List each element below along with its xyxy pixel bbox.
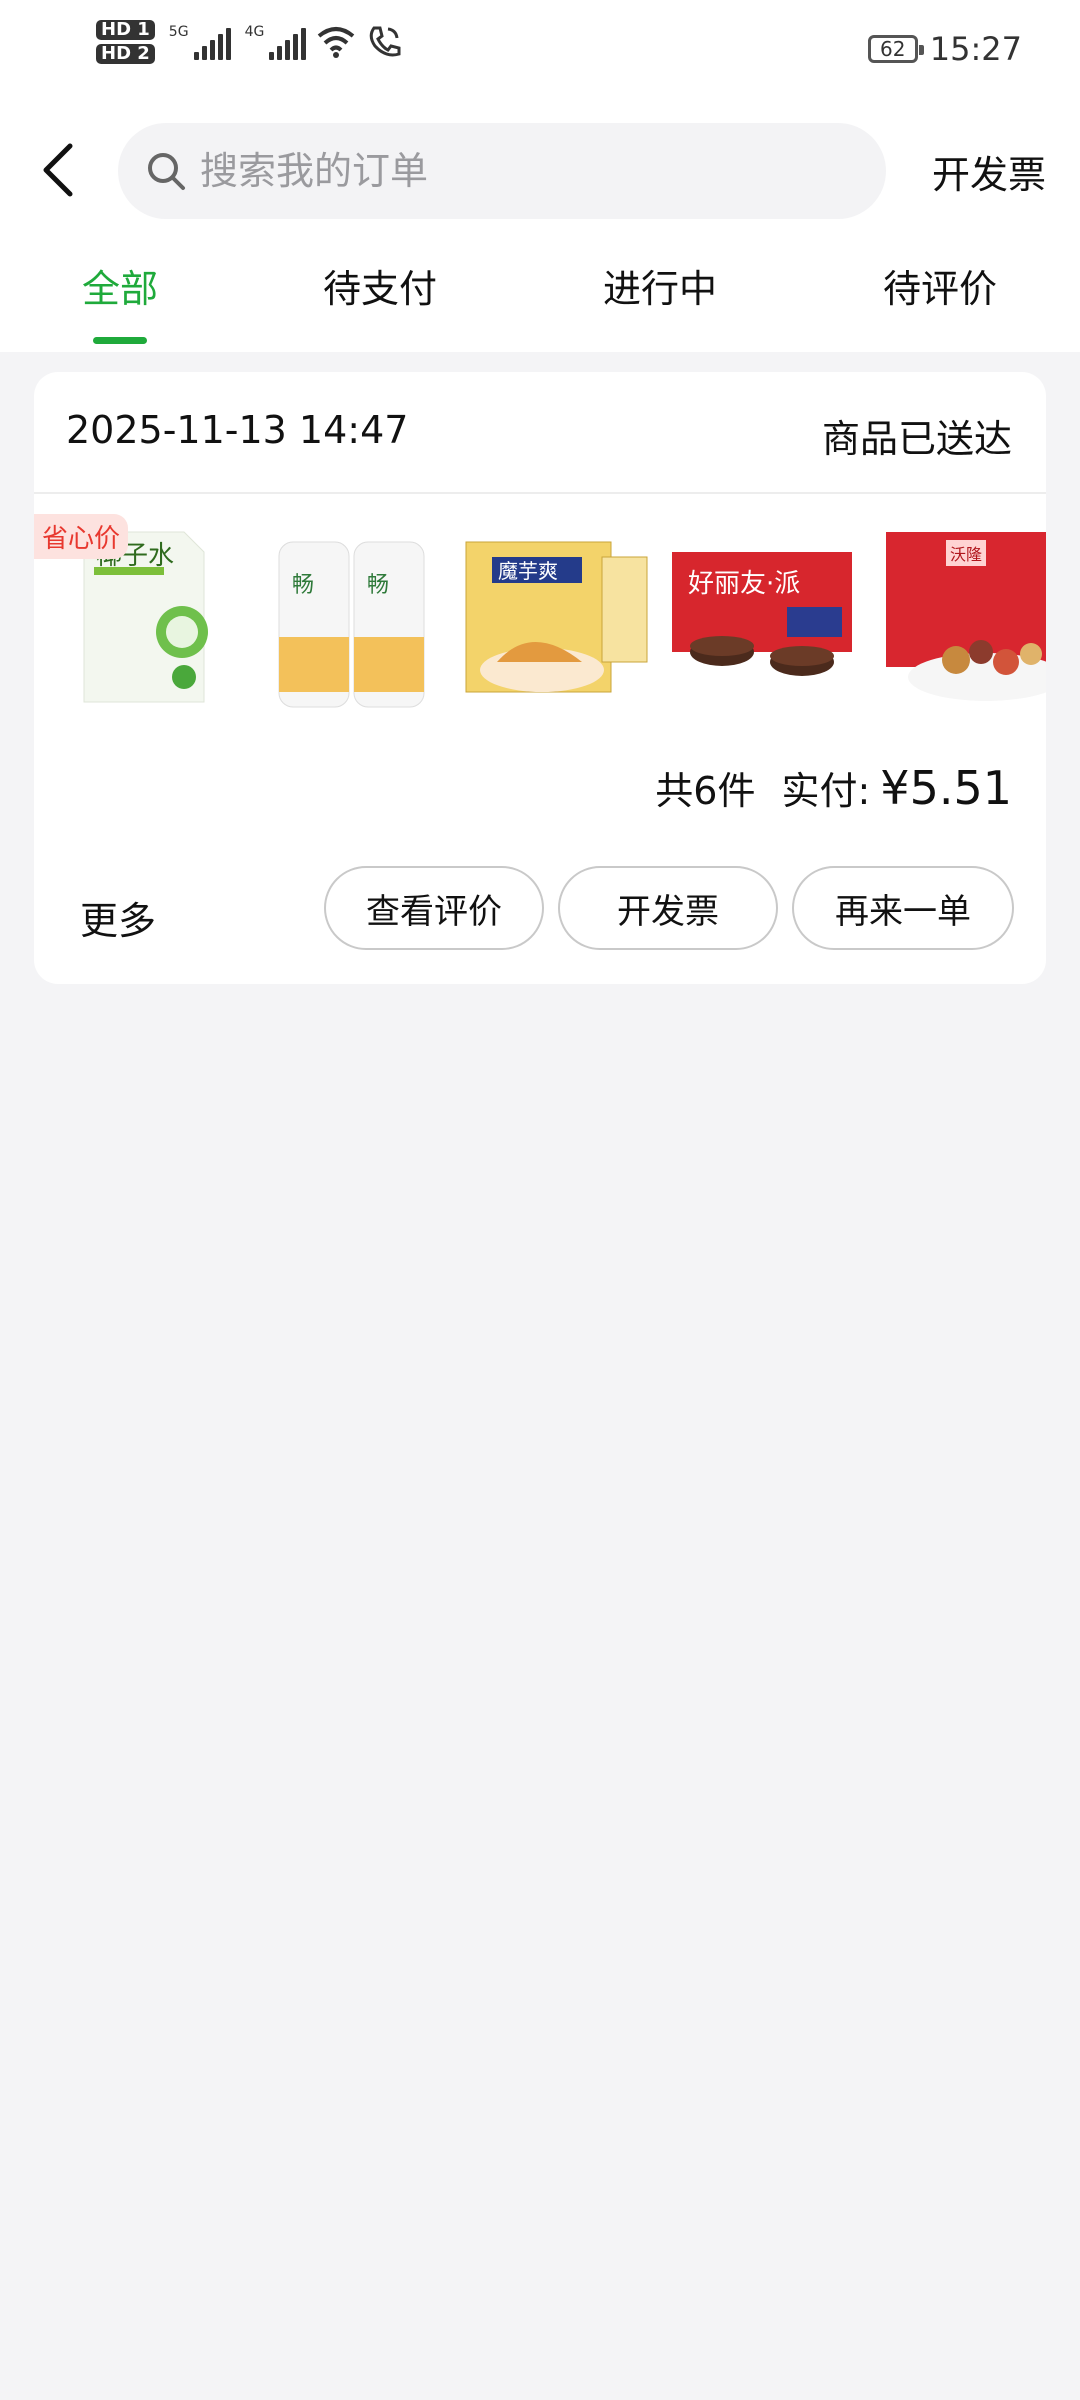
svg-text:畅: 畅	[367, 573, 389, 598]
paid-amount: ¥5.51	[880, 761, 1012, 815]
back-button[interactable]	[28, 140, 88, 200]
invoice-link[interactable]: 开发票	[932, 144, 1046, 199]
product-label: 魔芋爽	[498, 559, 558, 583]
order-total: 共6件 实付: ¥5.51	[655, 760, 1012, 815]
order-status: 商品已送达	[821, 417, 1012, 461]
order-card-header: 2025-11-13 14:47 商品已送达	[34, 372, 1046, 494]
tab-in-progress[interactable]: 进行中	[560, 258, 760, 313]
product-image: 沃隆	[886, 532, 1046, 701]
battery-icon: 62	[867, 35, 924, 63]
reorder-button[interactable]: 再来一单	[792, 866, 1014, 950]
view-review-button[interactable]: 查看评价	[324, 866, 544, 950]
tab-label: 待评价	[882, 267, 997, 311]
svg-text:畅: 畅	[292, 573, 314, 598]
sim-indicators: HD 1 HD 2	[96, 20, 155, 64]
product-label: 好丽友·派	[688, 569, 800, 599]
search-bar[interactable]	[118, 123, 886, 219]
order-tabs: 全部 待支付 进行中 待评价	[0, 258, 1080, 352]
product-choco-pie[interactable]: 好丽友·派	[662, 512, 852, 712]
invoice-button[interactable]: 开发票	[558, 866, 778, 950]
tab-pending-review[interactable]: 待评价	[840, 258, 1040, 313]
order-actions: 更多 查看评价 开发票 再来一单	[34, 866, 1046, 956]
net2-label: 4G	[244, 24, 265, 40]
tab-label: 进行中	[602, 267, 717, 311]
status-left: HD 1 HD 2 5G 4G	[96, 20, 402, 64]
product-image: 畅 畅	[278, 541, 425, 708]
wifi-icon	[318, 27, 355, 58]
product-yogurt[interactable]: 畅 畅	[244, 512, 434, 712]
signal-icon: 4G	[245, 24, 307, 60]
order-time: 2025-11-13 14:47	[66, 408, 409, 452]
tab-label: 全部	[81, 267, 158, 311]
product-thumbnails[interactable]: 椰子水 省心价 畅 畅 魔芋爽 好丽友·派 沃隆	[34, 502, 1046, 722]
header: 开发票	[0, 118, 1080, 224]
clock: 15:27	[929, 30, 1022, 68]
battery-level: 62	[880, 37, 906, 61]
signal-icon: 5G	[169, 24, 231, 60]
product-label: 沃隆	[950, 545, 982, 564]
tab-pending-payment[interactable]: 待支付	[280, 258, 480, 313]
product-image: 魔芋爽	[465, 541, 648, 693]
product-image: 好丽友·派	[672, 552, 852, 676]
sim2-label: HD 2	[96, 44, 155, 64]
status-right: 62 15:27	[867, 30, 1022, 68]
sim1-label: HD 1	[96, 20, 155, 40]
net1-label: 5G	[168, 24, 189, 40]
search-icon	[148, 153, 185, 190]
more-button[interactable]: 更多	[80, 890, 156, 945]
item-count: 共6件	[655, 769, 756, 813]
tab-label: 待支付	[322, 267, 437, 311]
search-input[interactable]	[198, 148, 802, 194]
status-bar: HD 1 HD 2 5G 4G 62 15:27	[0, 0, 1080, 110]
chevron-left-icon	[43, 143, 73, 197]
value-price-badge: 省心价	[34, 514, 129, 559]
call-icon	[370, 26, 401, 57]
paid-label: 实付:	[781, 769, 871, 813]
order-card[interactable]: 2025-11-13 14:47 商品已送达 椰子水 省心价 畅 畅 魔芋爽 好…	[34, 372, 1046, 984]
product-mixed-nuts[interactable]: 沃隆	[876, 512, 1046, 712]
tab-all[interactable]: 全部	[20, 258, 220, 344]
tab-indicator	[93, 337, 147, 344]
product-konjac-snack[interactable]: 魔芋爽	[452, 512, 648, 712]
